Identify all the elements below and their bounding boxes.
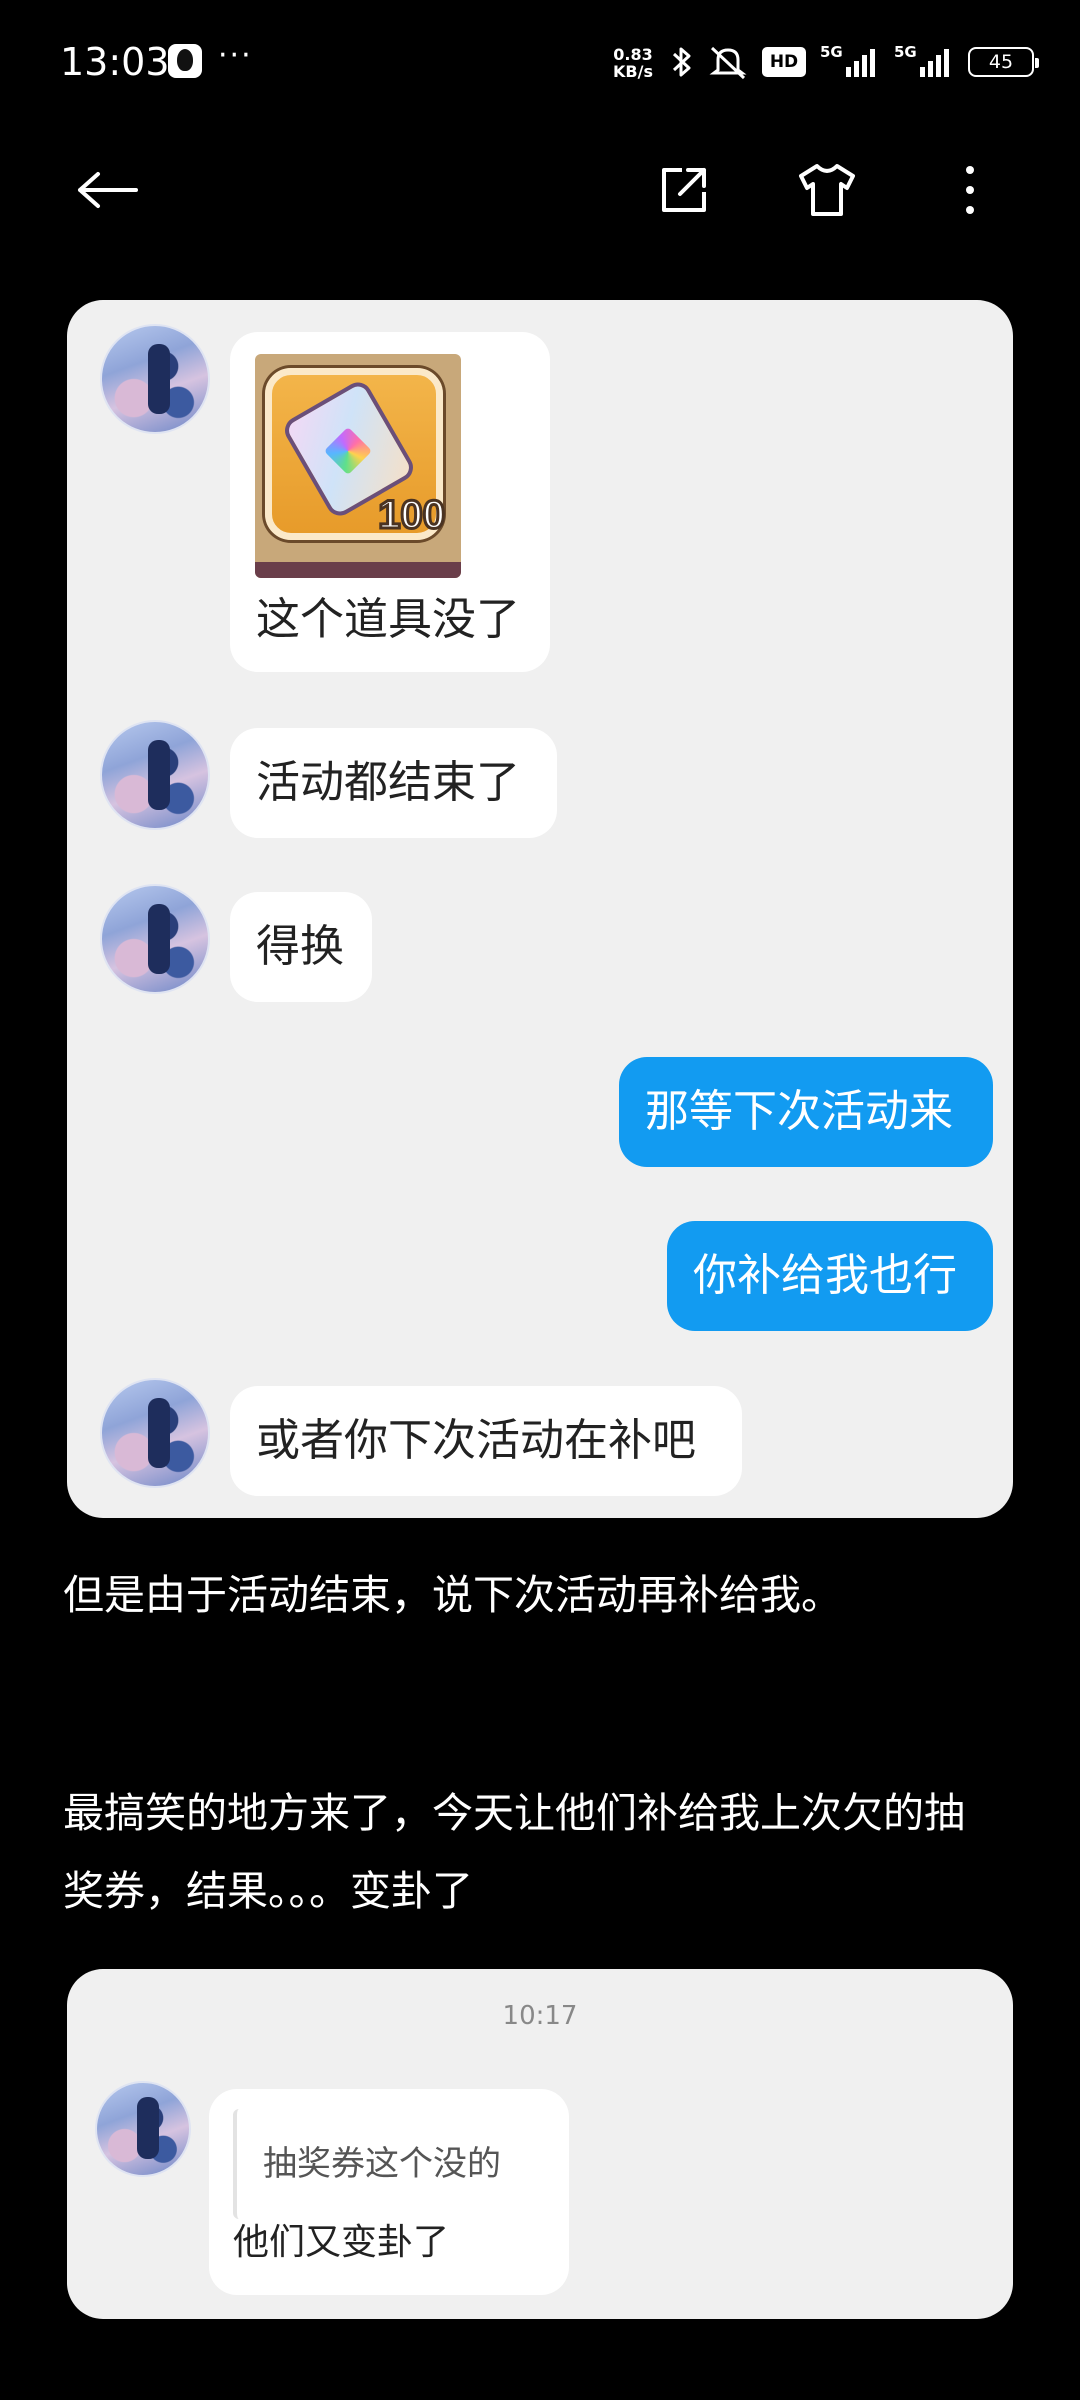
chat-message-text: 得换	[256, 921, 344, 972]
hd-label: HD	[769, 52, 799, 72]
chat-message-text: 他们又变卦了	[233, 2222, 450, 2263]
status-time: 13:03	[60, 40, 170, 84]
more-vertical-icon	[966, 166, 974, 214]
more-notifications-icon: ···	[218, 38, 253, 73]
post-paragraph: 但是由于活动结束，说下次活动再补给我。	[63, 1571, 842, 1619]
app-bar	[0, 140, 1080, 240]
more-options-button[interactable]	[938, 158, 1002, 222]
post-paragraph: 奖券，结果。。。变卦了	[63, 1867, 473, 1915]
signal-2-icon: 5G	[894, 43, 954, 79]
chat-message-sent: 你补给我也行	[667, 1221, 993, 1331]
bluetooth-icon	[672, 47, 691, 77]
back-button[interactable]	[76, 158, 140, 222]
signal-1-icon: 5G	[820, 43, 880, 79]
chat-timestamp: 10:17	[502, 2001, 578, 2031]
shirt-icon	[799, 164, 855, 216]
chat-message-text: 这个道具没了	[256, 594, 520, 645]
chat-message: 活动都结束了	[230, 728, 557, 838]
battery-icon: 45	[968, 47, 1039, 77]
chat-message: 抽奖券这个没的 他们又变卦了	[209, 2089, 569, 2295]
chat-message-sent: 那等下次活动来	[619, 1057, 993, 1167]
chat-message: 得换	[230, 892, 372, 1002]
network-speed-value: 0.83	[613, 45, 653, 64]
chat-screenshot-1[interactable]: 这个道具没了 100 活动都结束了 得换 那等下次活动来 你补给我也行 或者你下…	[67, 300, 1013, 1518]
item-quantity: 100	[377, 492, 447, 539]
share-icon	[662, 168, 706, 212]
arrow-left-icon	[78, 172, 138, 208]
battery-level: 45	[988, 51, 1014, 73]
signal-2-label: 5G	[894, 43, 917, 61]
avatar	[100, 720, 210, 830]
chat-message-text: 那等下次活动来	[645, 1086, 953, 1137]
chat-message-text: 你补给我也行	[693, 1250, 957, 1301]
quoted-text: 抽奖券这个没的	[263, 2144, 501, 2184]
item-bar	[255, 562, 461, 578]
theme-button[interactable]	[795, 158, 859, 222]
avatar	[100, 1378, 210, 1488]
mute-icon	[709, 46, 747, 80]
avatar	[95, 2081, 191, 2177]
share-button[interactable]	[652, 158, 716, 222]
signal-1-label: 5G	[820, 43, 843, 61]
avatar	[100, 884, 210, 994]
post-paragraph: 最搞笑的地方来了，今天让他们补给我上次欠的抽	[63, 1789, 965, 1837]
chat-message: 或者你下次活动在补吧	[230, 1386, 742, 1496]
status-icons: HD 5G 5G 45	[670, 43, 1039, 80]
status-bar: 13:03 ··· 0.83 KB/s HD 5G 5G 45	[0, 0, 1080, 130]
avatar	[100, 324, 210, 434]
chat-message-text: 活动都结束了	[256, 757, 520, 808]
quoted-message: 抽奖券这个没的	[233, 2109, 543, 2219]
qq-notification-icon	[168, 44, 202, 78]
chat-message-text: 或者你下次活动在补吧	[256, 1415, 696, 1466]
network-speed: 0.83 KB/s	[613, 46, 653, 80]
chat-screenshot-2[interactable]: 10:17 抽奖券这个没的 他们又变卦了	[67, 1969, 1013, 2319]
network-speed-unit: KB/s	[613, 62, 653, 81]
item-image[interactable]: 100	[255, 354, 461, 578]
hd-voice-icon: HD	[762, 47, 806, 77]
